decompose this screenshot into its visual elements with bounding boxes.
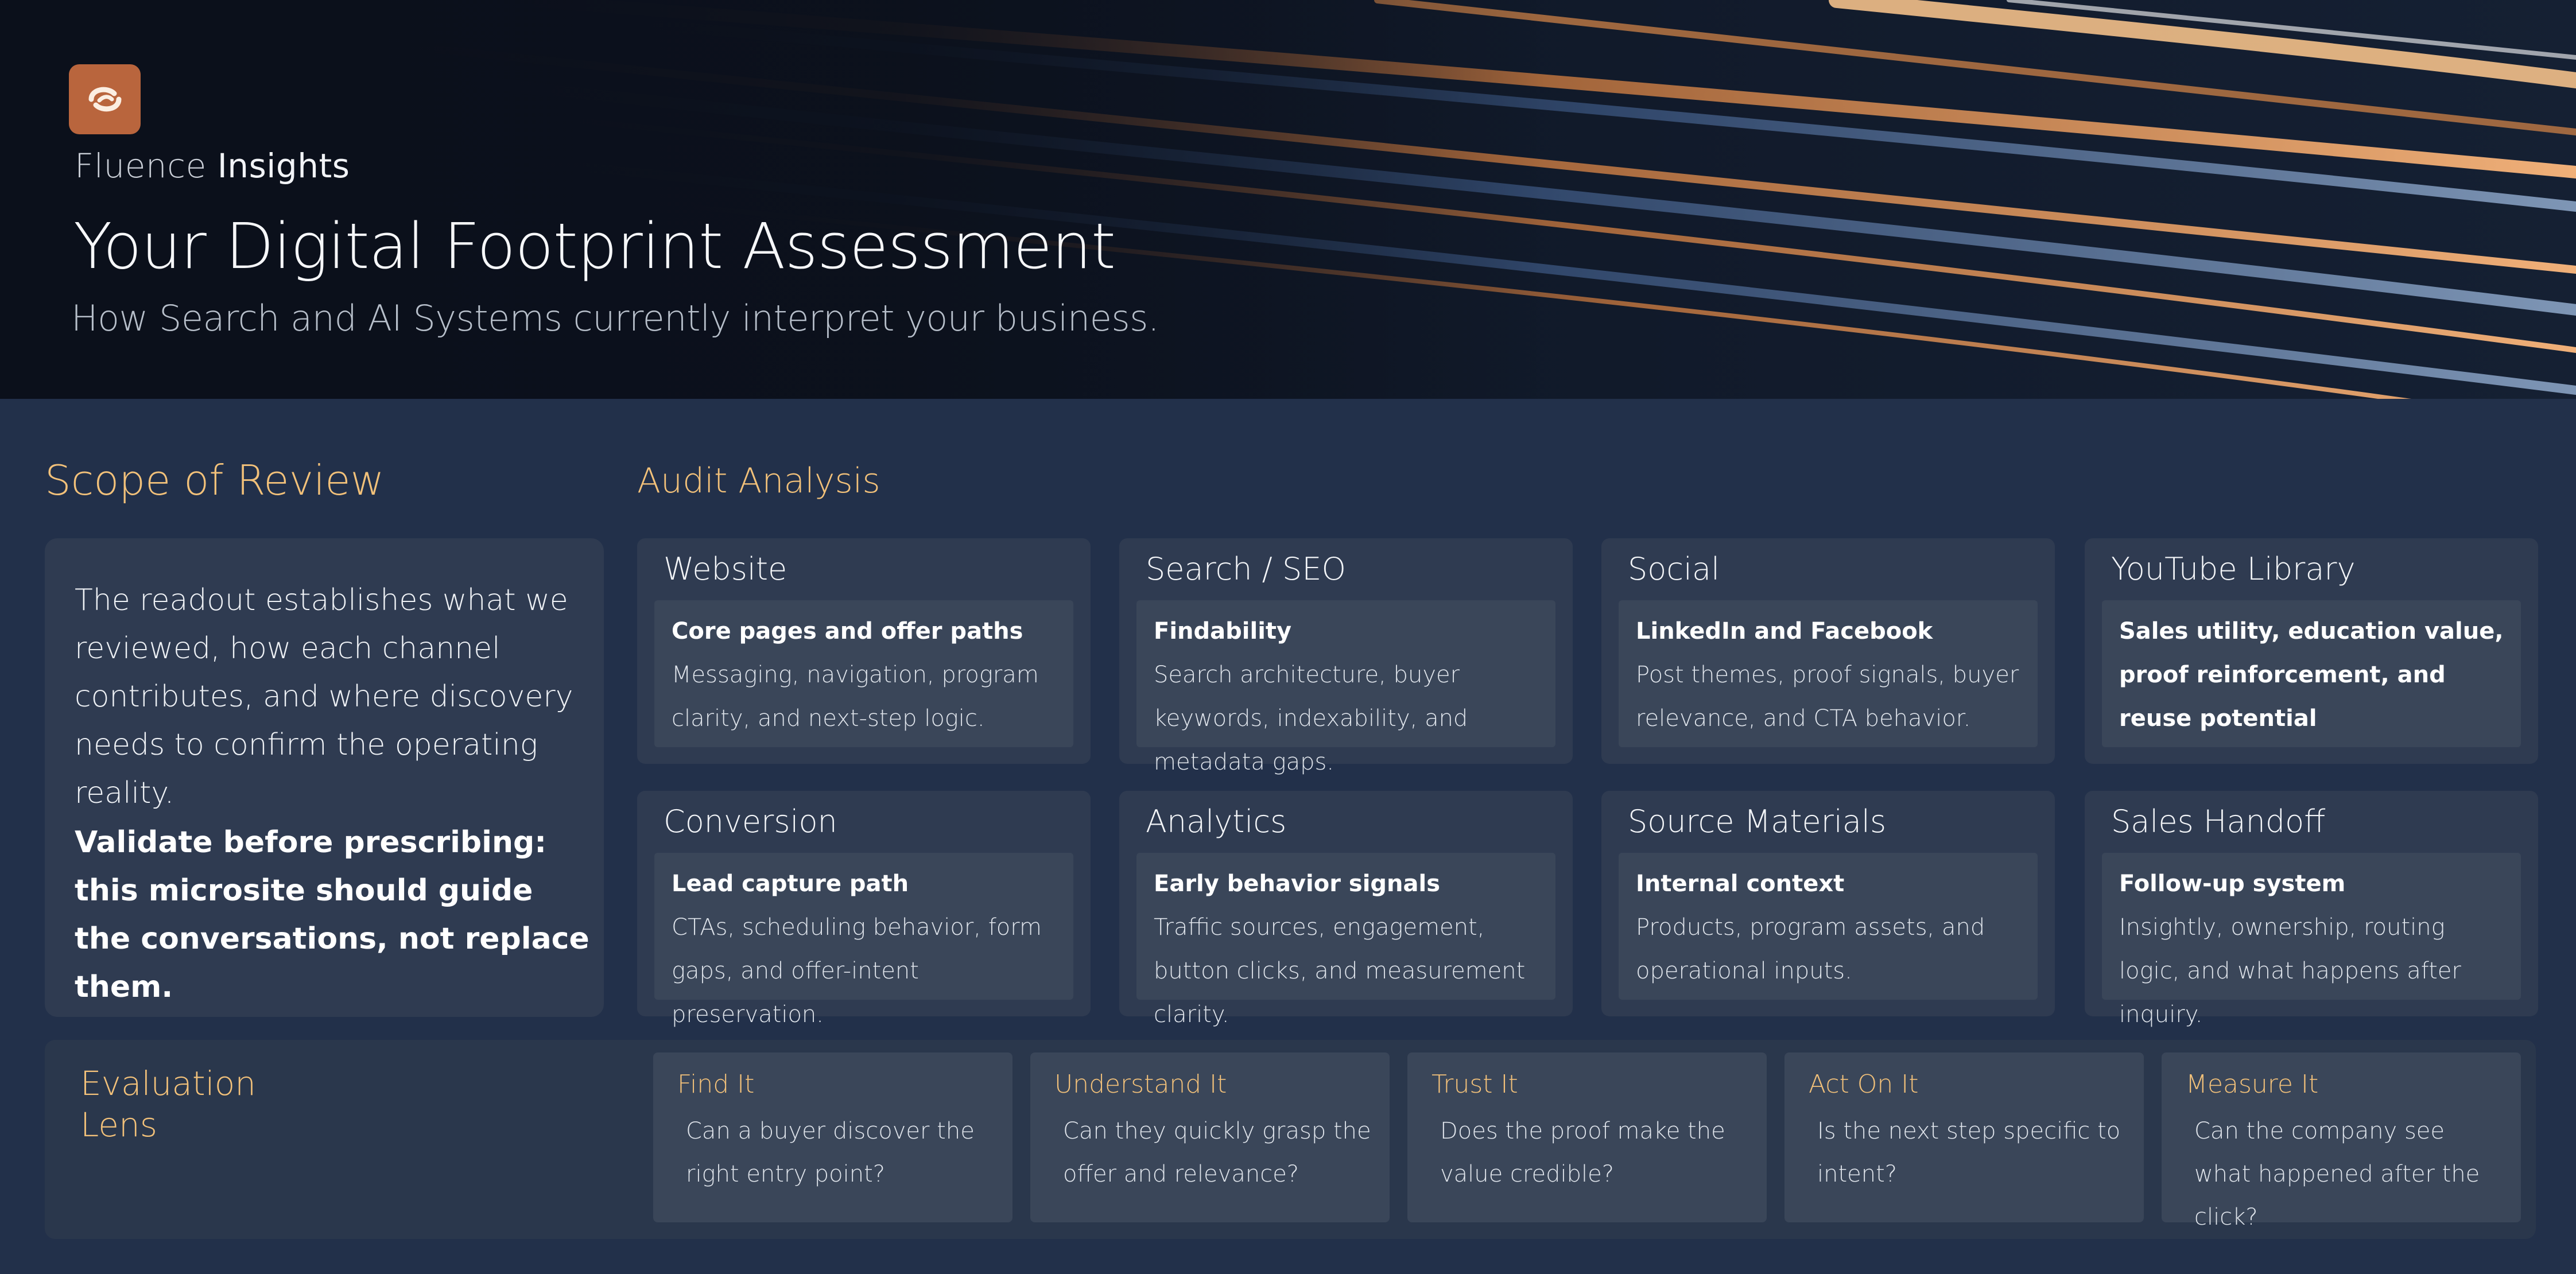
lens-card-act-on-it: Act On It Is the next step specific to i…: [1784, 1052, 2144, 1222]
page-title: Your Digital Footprint Assessment: [73, 209, 1116, 283]
hero-banner: Fluence Insights Your Digital Footprint …: [0, 0, 2576, 399]
audit-card-title: Conversion: [664, 803, 837, 840]
evaluation-lens-panel: Evaluation Lens Find It Can a buyer disc…: [45, 1040, 2536, 1239]
brand-name-light: Fluence: [75, 146, 207, 185]
audit-card-heading: Lead capture path: [672, 871, 909, 897]
audit-card-title: Sales Handoff: [2111, 803, 2326, 840]
lens-card-find-it: Find It Can a buyer discover the right e…: [653, 1052, 1012, 1222]
page-subtitle: How Search and AI Systems currently inte…: [71, 297, 1159, 339]
lens-card-question: Can they quickly grasp the offer and rel…: [1063, 1118, 1371, 1187]
evaluation-lens-title-line1: Evaluation: [80, 1064, 257, 1103]
audit-card-title: Search / SEO: [1146, 551, 1346, 587]
audit-card-sales-handoff: Sales Handoff Follow-up system Insightly…: [2085, 791, 2538, 1028]
audit-card-title: Analytics: [1146, 803, 1287, 840]
audit-card-heading: LinkedIn and Facebook: [1636, 618, 1933, 644]
audit-card-description: Post themes, proof signals, buyer releva…: [1636, 662, 2019, 732]
lens-card-question: Does the proof make the value credible?: [1440, 1118, 1725, 1187]
audit-card-title: Website: [664, 551, 787, 587]
audit-card-detail: Internal context Products, program asset…: [1619, 853, 2038, 1000]
lens-card-question: Can a buyer discover the right entry poi…: [686, 1118, 975, 1187]
lens-card-understand-it: Understand It Can they quickly grasp the…: [1030, 1052, 1390, 1222]
audit-card-source-materials: Source Materials Internal context Produc…: [1601, 791, 2055, 1016]
lens-card-name: Find It: [677, 1070, 755, 1099]
fluence-logo-icon: [69, 64, 141, 134]
audit-card-title: Social: [1628, 551, 1720, 587]
logo-swirl-icon: [88, 87, 121, 112]
audit-card-youtube-library: YouTube Library Sales utility, education…: [2085, 538, 2538, 764]
lens-card-name: Trust It: [1431, 1070, 1518, 1099]
audit-card-detail: Findability Search architecture, buyer k…: [1136, 600, 1555, 775]
audit-card-detail: LinkedIn and Facebook Post themes, proof…: [1619, 600, 2038, 747]
audit-card-conversion: Conversion Lead capture path CTAs, sched…: [637, 791, 1091, 1028]
lens-card-question: Is the next step specific to intent?: [1817, 1118, 2121, 1187]
audit-card-description: Search architecture, buyer keywords, ind…: [1154, 662, 1468, 775]
audit-card-description: Messaging, navigation, program clarity, …: [672, 662, 1039, 732]
audit-card-heading: Early behavior signals: [1154, 871, 1441, 897]
lens-card-question: Can the company see what happened after …: [2194, 1118, 2480, 1230]
lens-card-name: Understand It: [1054, 1070, 1227, 1099]
audit-card-analytics: Analytics Early behavior signals Traffic…: [1119, 791, 1573, 1028]
audit-card-heading: Findability: [1154, 618, 1292, 644]
lens-card-name: Measure It: [2186, 1070, 2319, 1099]
audit-card-heading: Follow-up system: [2119, 871, 2346, 897]
scope-card: The readout establishes what we reviewed…: [45, 538, 604, 1017]
audit-card-website: Website Core pages and offer paths Messa…: [637, 538, 1091, 764]
scope-section-title: Scope of Review: [45, 456, 385, 504]
brand-name: Fluence Insights: [75, 146, 350, 185]
audit-card-detail: Lead capture path CTAs, scheduling behav…: [654, 853, 1073, 1028]
audit-section-title: Audit Analysis: [637, 461, 880, 501]
audit-card-social: Social LinkedIn and Facebook Post themes…: [1601, 538, 2055, 764]
scope-emphasis-text: Validate before prescribing: this micros…: [75, 825, 589, 1004]
evaluation-lens-title-line2: Lens: [80, 1105, 157, 1144]
audit-card-description: Traffic sources, engagement, button clic…: [1154, 914, 1526, 1028]
audit-card-title: YouTube Library: [2111, 551, 2356, 587]
audit-card-detail: Core pages and offer paths Messaging, na…: [654, 600, 1073, 747]
lens-card-measure-it: Measure It Can the company see what happ…: [2162, 1052, 2521, 1230]
audit-card-heading: Sales utility, education value, proof re…: [2119, 618, 2504, 732]
audit-card-description: Insightly, ownership, routing logic, and…: [2119, 914, 2461, 1028]
brand-name-strong: Insights: [217, 146, 350, 185]
scope-body-text: The readout establishes what we reviewed…: [75, 583, 573, 810]
audit-card-search-seo: Search / SEO Findability Search architec…: [1119, 538, 1573, 775]
audit-card-detail: Early behavior signals Traffic sources, …: [1136, 853, 1555, 1028]
page: Fluence Insights Your Digital Footprint …: [0, 0, 2576, 1274]
audit-card-detail: Follow-up system Insightly, ownership, r…: [2102, 853, 2521, 1028]
audit-card-heading: Core pages and offer paths: [672, 618, 1023, 644]
lens-card-name: Act On It: [1809, 1070, 1919, 1099]
audit-card-title: Source Materials: [1628, 803, 1887, 840]
audit-card-description: CTAs, scheduling behavior, form gaps, an…: [672, 914, 1042, 1028]
audit-card-heading: Internal context: [1636, 871, 1845, 897]
audit-card-description: Products, program assets, and operationa…: [1636, 914, 1985, 984]
evaluation-lens-title: Evaluation Lens: [80, 1063, 256, 1145]
lens-card-trust-it: Trust It Does the proof make the value c…: [1407, 1052, 1767, 1222]
audit-card-detail: Sales utility, education value, proof re…: [2102, 600, 2521, 747]
